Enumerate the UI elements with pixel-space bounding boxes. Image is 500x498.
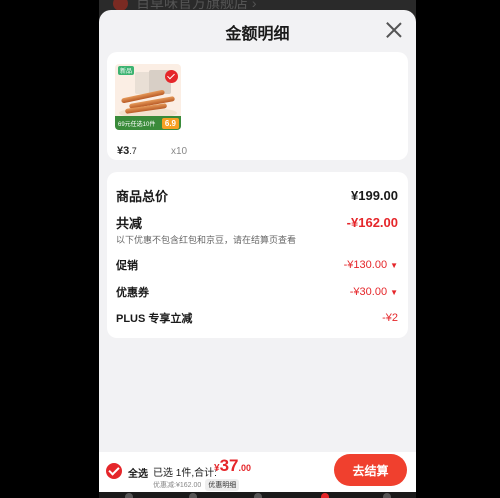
nav-tab-icon[interactable] (383, 493, 391, 498)
total-discount-label: 共减 (116, 216, 143, 231)
select-all-checkbox[interactable] (106, 463, 122, 479)
plus-discount-row: PLUS 专享立减 -¥2 (116, 310, 398, 326)
total-price-value: ¥199.00 (351, 188, 398, 203)
discount-note: 以下优惠不包含红包和京豆，请在结算页查看 (116, 235, 297, 245)
coupon-row[interactable]: 优惠券 -¥30.00 ▼ (116, 284, 398, 300)
total-price-label: 商品总价 (116, 189, 169, 204)
nav-tab-icon[interactable] (254, 493, 262, 498)
price-summary-card: 商品总价 ¥199.00 共减 -¥162.00 以下优惠不包含红包和京豆，请在… (107, 172, 408, 338)
total-discount-row: 共减 -¥162.00 (116, 213, 398, 232)
discount-summary-text: 优惠减:¥162.00 (153, 482, 202, 489)
product-thumbnail[interactable]: 新品 69元任选10件 6.9 (115, 64, 181, 130)
select-all-label[interactable]: 全选 (128, 465, 148, 480)
sheet-title: 金额明细 (225, 26, 290, 43)
check-badge-icon (165, 70, 178, 83)
nav-tab-icon[interactable] (125, 493, 133, 498)
grand-total: ¥37.00 (214, 456, 251, 476)
selected-count-text: 已选 1件,合计: (153, 468, 217, 479)
quantity: x10 (171, 146, 188, 157)
discount-summary: 优惠减:¥162.00 优惠明细 (153, 479, 240, 491)
amount-detail-sheet: 金额明细 新品 69元任选10件 6.9 ¥3.7 x10 商品总价 ¥199.… (99, 10, 416, 452)
promo-price: 6.9 (161, 118, 179, 129)
grand-total-decimal: .00 (238, 463, 251, 473)
chevron-down-icon: ▼ (390, 260, 398, 270)
chevron-down-icon: ▼ (390, 287, 398, 297)
close-icon[interactable] (386, 22, 402, 38)
plus-discount-value: -¥2 (382, 312, 398, 324)
plus-discount-label: PLUS 专享立减 (116, 313, 193, 325)
unit-price-decimal: .7 (129, 146, 137, 156)
promotion-row[interactable]: 促销 -¥130.00 ▼ (116, 257, 398, 273)
coupon-label: 优惠券 (116, 287, 149, 299)
total-price-row: 商品总价 ¥199.00 (116, 186, 398, 205)
discount-detail-button[interactable]: 优惠明细 (205, 479, 240, 491)
promotion-value: -¥130.00 (343, 259, 388, 271)
bottom-nav-strip (99, 492, 416, 498)
nav-tab-icon[interactable] (189, 493, 197, 498)
unit-price: ¥3.7 (117, 145, 137, 157)
new-tag: 新品 (118, 66, 135, 75)
store-check-icon (113, 0, 128, 11)
promotion-value-wrap: -¥130.00 ▼ (344, 259, 398, 271)
promotion-label: 促销 (116, 260, 138, 272)
grand-total-integer: 37 (219, 456, 239, 475)
checkout-button[interactable]: 去结算 (334, 454, 407, 486)
coupon-value: -¥30.00 (349, 286, 388, 298)
product-card: 新品 69元任选10件 6.9 ¥3.7 x10 (107, 52, 408, 160)
checkout-bar: 全选 已选 1件,合计: ¥37.00 优惠减:¥162.00 优惠明细 去结算 (99, 452, 416, 492)
nav-tab-icon[interactable] (321, 493, 329, 498)
total-discount-value: -¥162.00 (346, 215, 398, 230)
coupon-value-wrap: -¥30.00 ▼ (350, 286, 398, 298)
